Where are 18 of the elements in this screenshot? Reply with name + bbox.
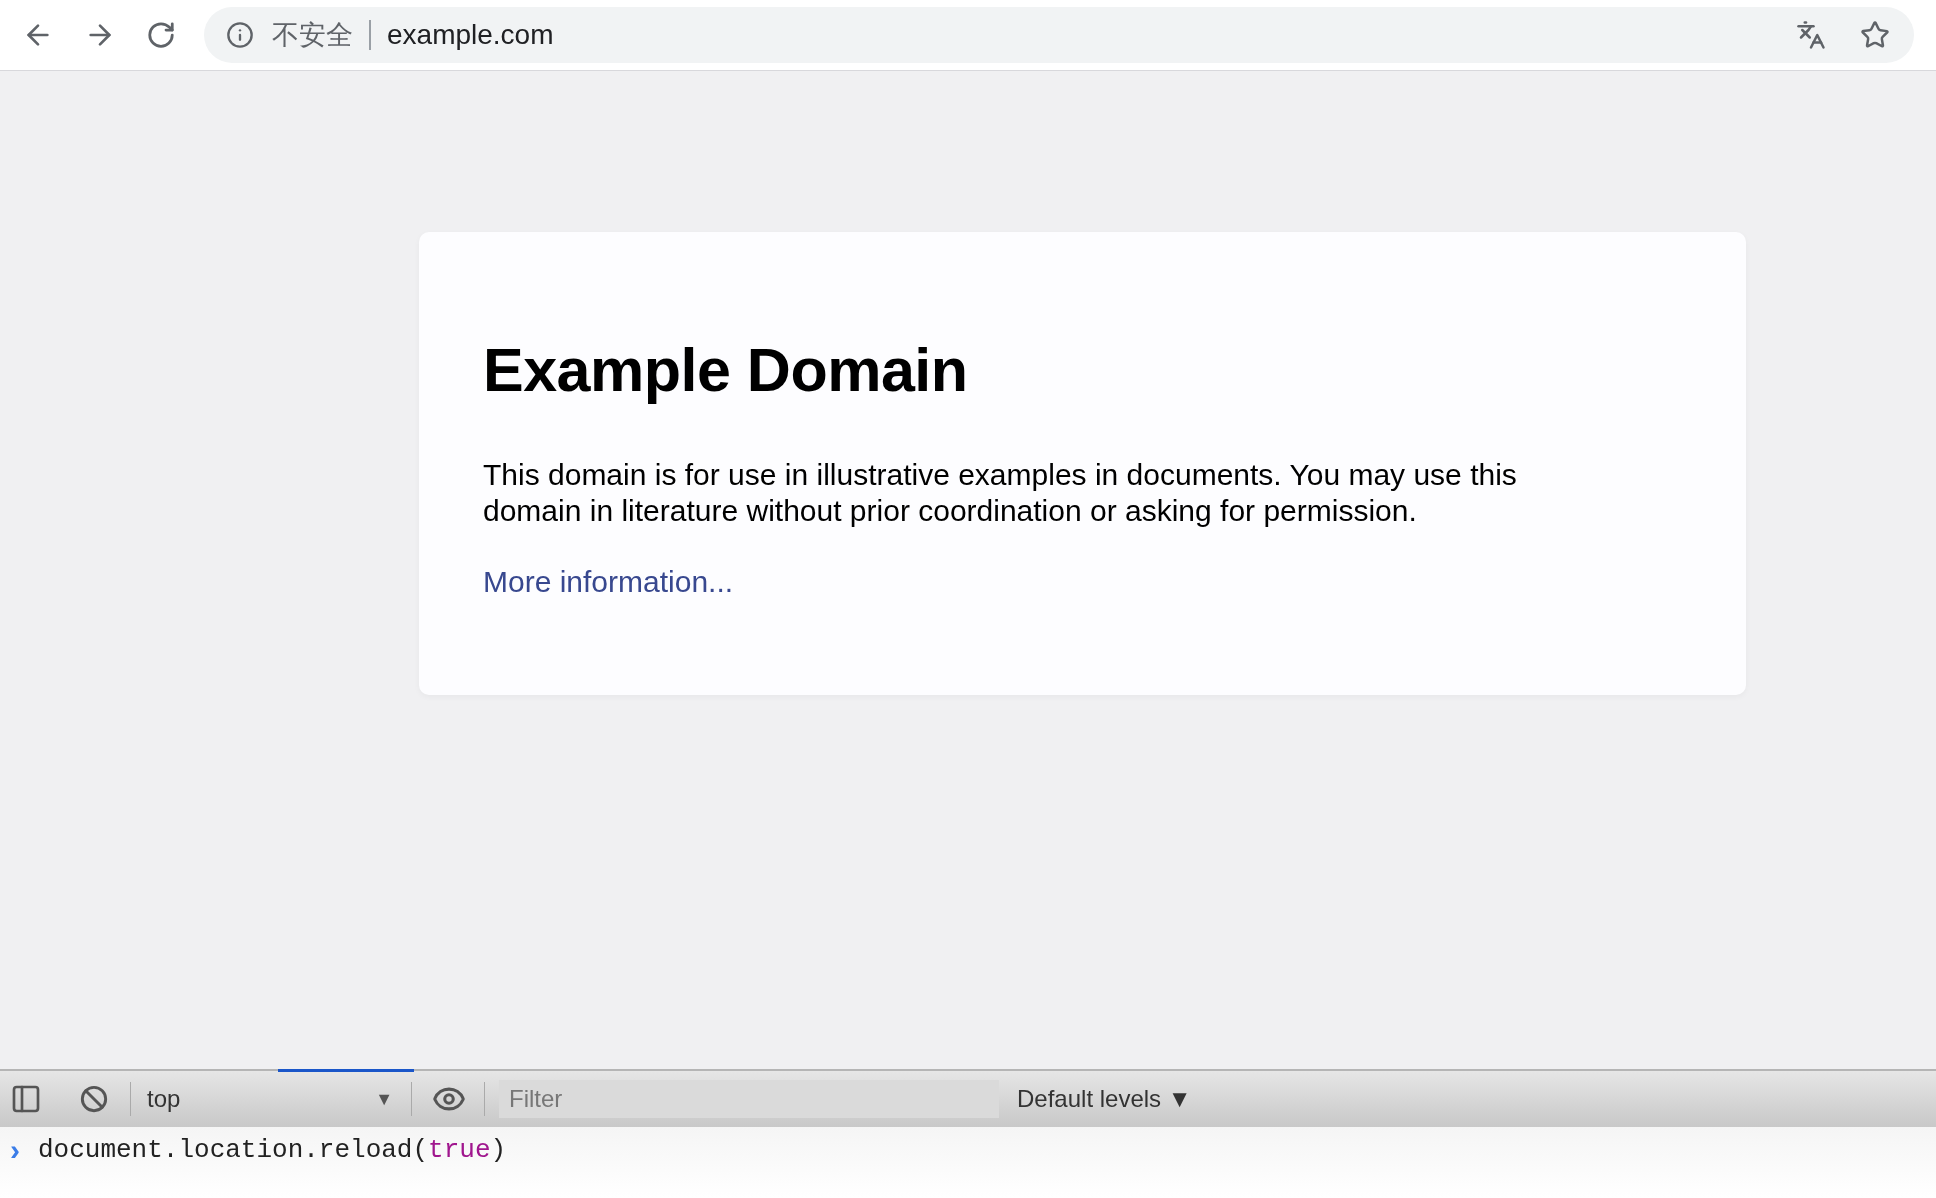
- address-bar[interactable]: 不安全 example.com: [204, 7, 1914, 63]
- info-icon[interactable]: [226, 21, 254, 49]
- bookmark-star-icon[interactable]: [1860, 20, 1890, 50]
- translate-icon[interactable]: [1796, 20, 1826, 50]
- security-label: 不安全: [272, 17, 353, 52]
- reload-icon[interactable]: [146, 20, 176, 50]
- more-information-link[interactable]: More information...: [483, 559, 734, 604]
- clear-console-icon[interactable]: [80, 1085, 108, 1113]
- console-prompt: ›: [10, 1133, 20, 1167]
- context-label: top: [147, 1084, 181, 1114]
- console-command: document.location.reload(true): [38, 1134, 507, 1167]
- page-paragraph: This domain is for use in illustrative examples in documents. You may use this domain in literature without prior coordination or asking for permission.: [483, 457, 1518, 529]
- context-selector[interactable]: top ▼: [131, 1081, 411, 1117]
- caret-icon: ▼: [375, 1085, 393, 1113]
- url-text: example.com: [387, 18, 554, 52]
- sidebar-toggle-icon[interactable]: [10, 1083, 42, 1115]
- levels-dropdown[interactable]: Default levels ▼: [1017, 1081, 1192, 1117]
- filter-field[interactable]: Filter: [499, 1080, 999, 1118]
